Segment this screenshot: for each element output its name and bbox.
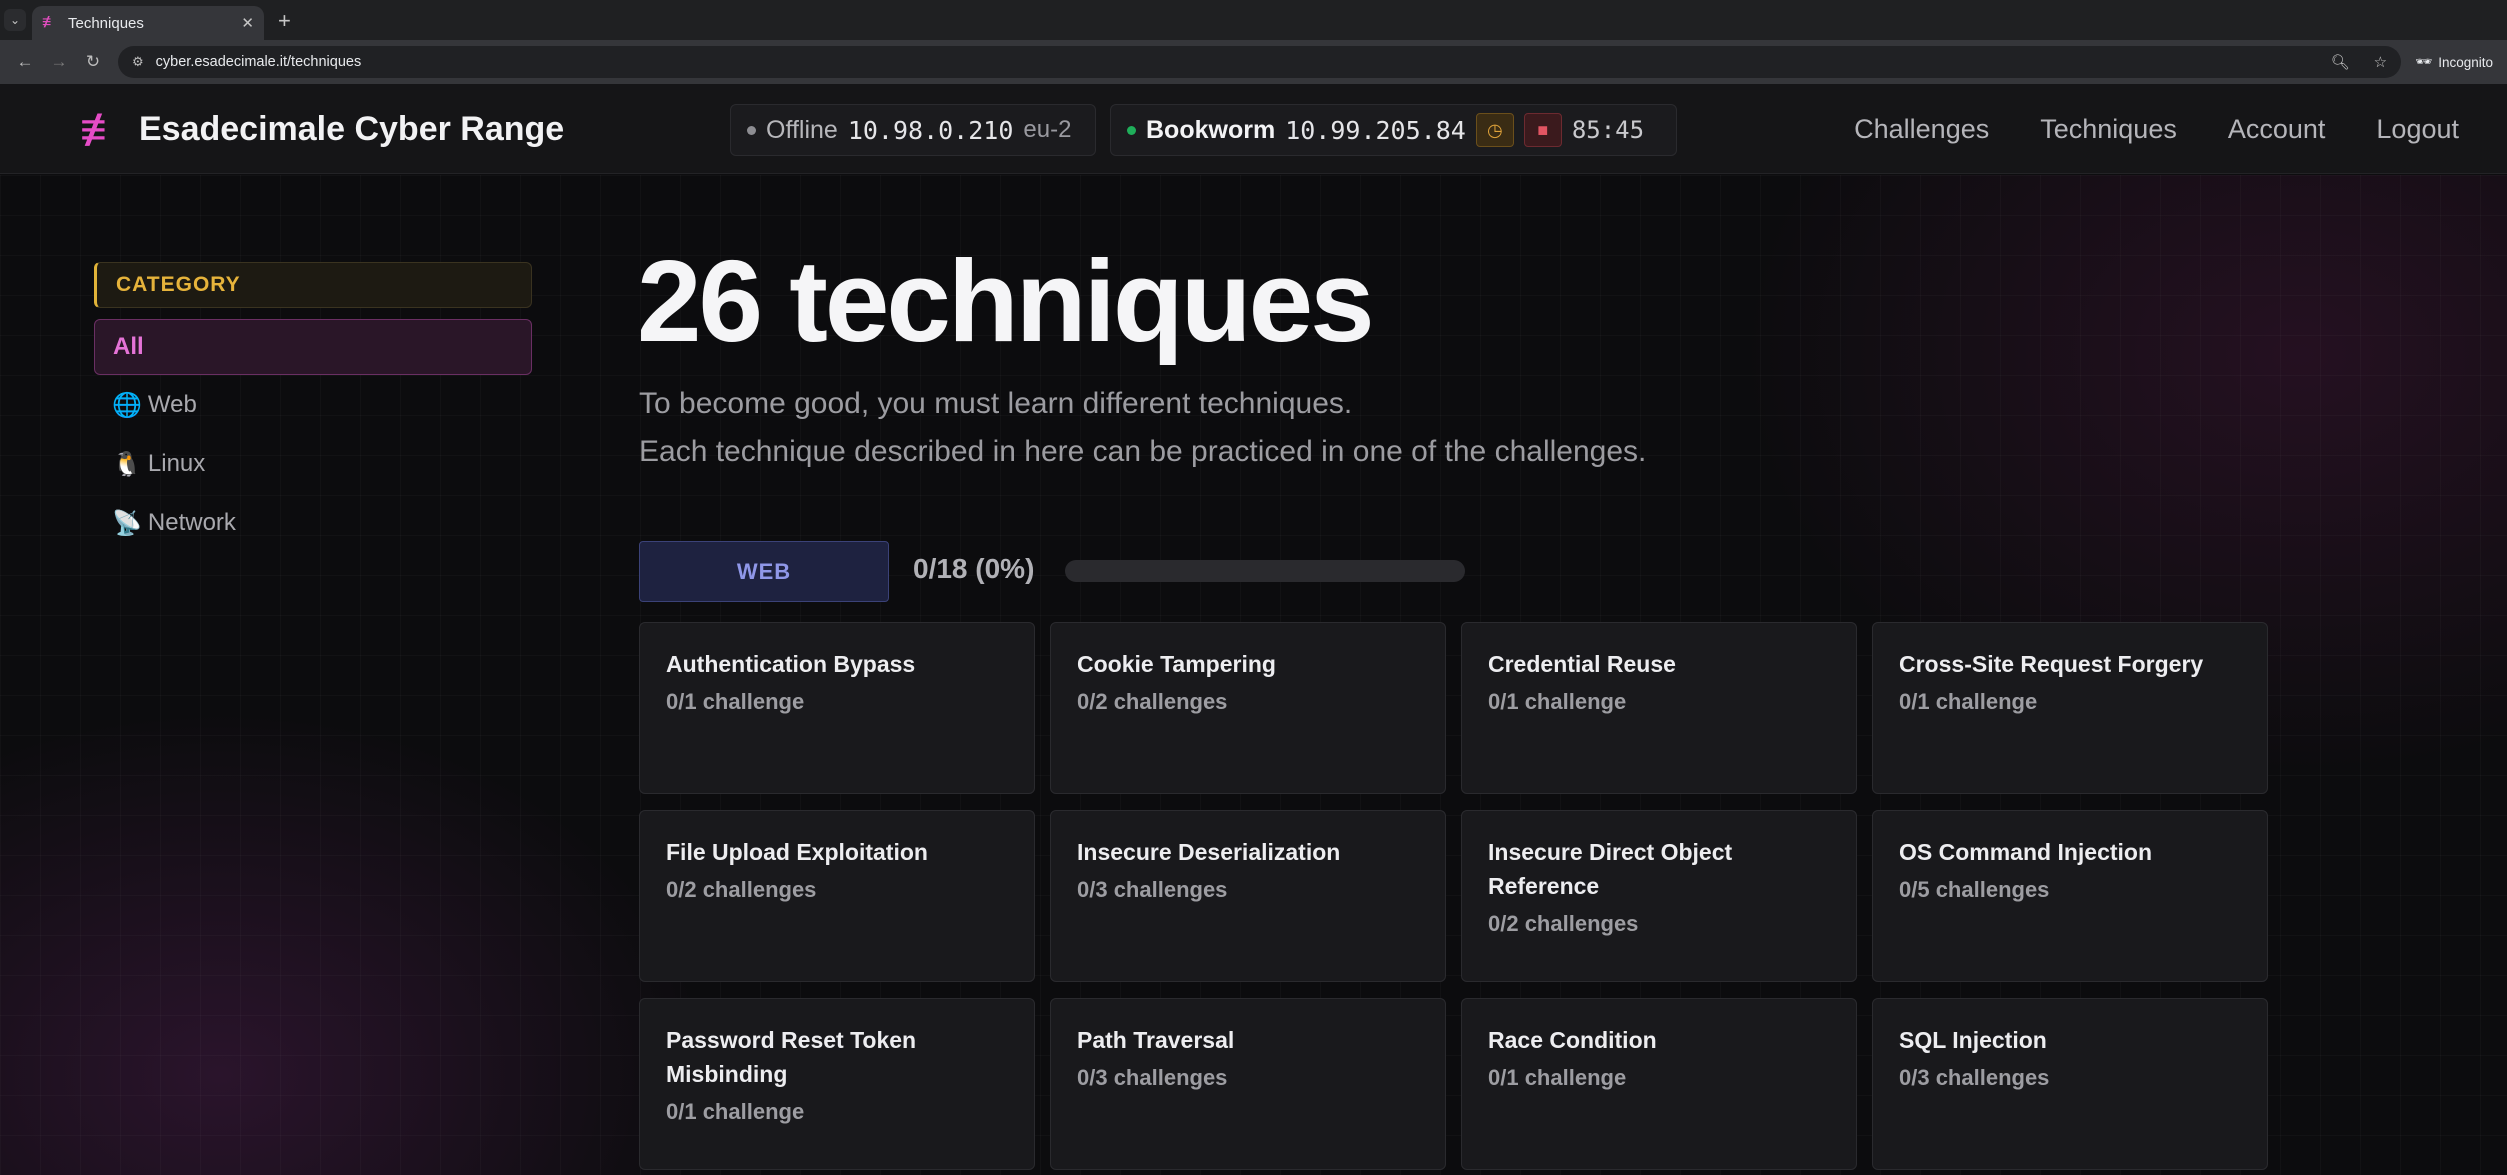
technique-card-path-traversal[interactable]: Path Traversal 0/3 challenges: [1050, 998, 1446, 1170]
url-text[interactable]: cyber.esadecimale.it/techniques: [156, 54, 2307, 70]
category-header: CATEGORY: [94, 262, 532, 308]
vpn-status-box: Offline 10.98.0.210 eu-2: [730, 104, 1096, 156]
tab-favicon-icon: ≢: [42, 14, 58, 31]
category-web[interactable]: 🌐 Web: [94, 377, 532, 433]
technique-card-credential-reuse[interactable]: Credential Reuse 0/1 challenge: [1461, 622, 1857, 794]
technique-title: Cookie Tampering: [1077, 651, 1276, 677]
web-progress-bar: [1065, 560, 1465, 582]
technique-challenge-count: 0/3 challenges: [1077, 877, 1228, 902]
category-all[interactable]: All: [94, 319, 532, 375]
technique-challenge-count: 0/1 challenge: [1488, 1065, 1627, 1090]
vpn-status: Offline: [766, 115, 838, 144]
zoom-icon[interactable]: 🔍︎: [2331, 53, 2350, 71]
technique-title: SQL Injection: [1899, 1027, 2047, 1053]
technique-title: Password Reset Token Misbinding: [666, 1027, 917, 1087]
technique-card-file-upload-exploitation[interactable]: File Upload Exploitation 0/2 challenges: [639, 810, 1035, 982]
category-label: Web: [147, 391, 197, 418]
technique-card-password-reset-token-misbinding[interactable]: Password Reset Token Misbinding 0/1 chal…: [639, 998, 1035, 1170]
technique-card-idor[interactable]: Insecure Direct Object Reference 0/2 cha…: [1461, 810, 1857, 982]
technique-card-os-command-injection[interactable]: OS Command Injection 0/5 challenges: [1872, 810, 2268, 982]
browser-tabstrip: ⌄ ≢ Techniques ✕ +: [0, 0, 2507, 40]
site-title[interactable]: Esadecimale Cyber Range: [139, 110, 564, 149]
technique-challenge-count: 0/5 challenges: [1899, 877, 2050, 902]
machine-name: Bookworm: [1146, 115, 1276, 144]
category-label: Linux: [147, 450, 206, 477]
technique-card-csrf[interactable]: Cross-Site Request Forgery 0/1 challenge: [1872, 622, 2268, 794]
vpn-region: eu-2: [1023, 116, 1072, 143]
machine-status-box: Bookworm 10.99.205.84 ◷ ■ 85:45: [1110, 104, 1677, 156]
technique-card-race-condition[interactable]: Race Condition 0/1 challenge: [1461, 998, 1857, 1170]
nav-challenges[interactable]: Challenges: [1854, 114, 1989, 145]
machine-timer: 85:45: [1571, 116, 1645, 144]
technique-title: Credential Reuse: [1488, 651, 1676, 677]
site-header: ≢ Esadecimale Cyber Range Offline 10.98.…: [0, 84, 2507, 174]
vpn-ip: 10.98.0.210: [847, 115, 1014, 145]
category-label: All: [113, 333, 144, 360]
technique-title: Path Traversal: [1077, 1027, 1235, 1053]
web-progress-text: 0/18 (0%): [913, 553, 1035, 584]
page-title: 26 techniques: [637, 236, 1375, 366]
category-label: Network: [147, 509, 236, 536]
incognito-label: Incognito: [2438, 54, 2493, 70]
technique-challenge-count: 0/3 challenges: [1077, 1065, 1228, 1090]
technique-title: Authentication Bypass: [666, 651, 916, 677]
offline-status-dot-icon: [747, 125, 756, 135]
browser-toolbar: ← → ↻ ⚙ cyber.esadecimale.it/techniques …: [0, 40, 2507, 84]
site-info-icon[interactable]: ⚙: [132, 54, 144, 70]
technique-card-authentication-bypass[interactable]: Authentication Bypass 0/1 challenge: [639, 622, 1035, 794]
web-section-tag: WEB: [639, 541, 889, 602]
nav-techniques[interactable]: Techniques: [2040, 114, 2177, 145]
technique-challenge-count: 0/1 challenge: [1488, 689, 1627, 714]
satellite-antenna-icon: 📡: [112, 509, 142, 537]
reload-icon[interactable]: ↻: [76, 52, 110, 72]
incognito-indicator[interactable]: 🕶︎ Incognito: [2415, 54, 2499, 70]
tab-title: Techniques: [68, 14, 144, 32]
globe-icon: 🌐: [112, 391, 142, 419]
incognito-icon: 🕶︎: [2415, 54, 2433, 69]
subtitle-line-1: To become good, you must learn different…: [639, 387, 1353, 420]
nav-logout[interactable]: Logout: [2376, 114, 2459, 145]
technique-challenge-count: 0/1 challenge: [1899, 689, 2038, 714]
technique-challenge-count: 0/1 challenge: [666, 1099, 805, 1124]
subtitle-line-2: Each technique described in here can be …: [639, 435, 1647, 468]
bookmark-star-icon[interactable]: ☆: [2374, 53, 2387, 71]
technique-challenge-count: 0/2 challenges: [1077, 689, 1228, 714]
technique-title: Race Condition: [1488, 1027, 1657, 1053]
technique-card-cookie-tampering[interactable]: Cookie Tampering 0/2 challenges: [1050, 622, 1446, 794]
technique-challenge-count: 0/2 challenges: [666, 877, 817, 902]
browser-tab-techniques[interactable]: ≢ Techniques ✕: [32, 6, 264, 40]
technique-card-insecure-deserialization[interactable]: Insecure Deserialization 0/3 challenges: [1050, 810, 1446, 982]
forward-arrow-icon[interactable]: →: [42, 52, 76, 72]
technique-title: Insecure Direct Object Reference: [1488, 839, 1733, 899]
technique-title: Cross-Site Request Forgery: [1899, 651, 2204, 677]
technique-challenge-count: 0/2 challenges: [1488, 911, 1639, 936]
back-arrow-icon[interactable]: ←: [8, 52, 42, 72]
nav-account[interactable]: Account: [2228, 114, 2326, 145]
technique-card-sql-injection[interactable]: SQL Injection 0/3 challenges: [1872, 998, 2268, 1170]
penguin-icon: 🐧: [112, 450, 142, 478]
category-network[interactable]: 📡 Network: [94, 495, 532, 551]
technique-title: File Upload Exploitation: [666, 839, 928, 865]
top-navigation: Challenges Techniques Account Logout: [1854, 114, 2459, 145]
stop-machine-icon[interactable]: ■: [1523, 113, 1562, 147]
machine-ip: 10.99.205.84: [1285, 115, 1466, 145]
tab-search-chevron-icon[interactable]: ⌄: [4, 9, 26, 31]
tab-close-icon[interactable]: ✕: [241, 14, 254, 32]
online-status-dot-icon: [1127, 125, 1136, 135]
technique-challenge-count: 0/1 challenge: [666, 689, 805, 714]
technique-title: OS Command Injection: [1899, 839, 2153, 865]
category-linux[interactable]: 🐧 Linux: [94, 436, 532, 492]
logo-icon[interactable]: ≢: [80, 106, 126, 152]
technique-title: Insecure Deserialization: [1077, 839, 1341, 865]
address-bar[interactable]: ⚙ cyber.esadecimale.it/techniques 🔍︎ ☆: [118, 46, 2402, 78]
technique-challenge-count: 0/3 challenges: [1899, 1065, 2050, 1090]
extend-time-clock-icon[interactable]: ◷: [1475, 113, 1514, 147]
new-tab-plus-icon[interactable]: +: [278, 8, 291, 34]
